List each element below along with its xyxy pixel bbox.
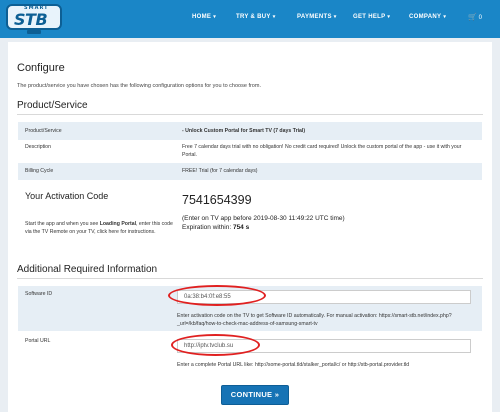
nav-home-label: HOME — [192, 14, 212, 20]
product-heading: Product/Service — [17, 100, 88, 111]
software-id-help: Enter activation code on the TV to get S… — [177, 313, 452, 327]
smart-stb-logo[interactable]: SMART STB — [6, 2, 62, 34]
double-arrow-right-icon: » — [274, 390, 280, 399]
continue-label: CONTINUE — [230, 390, 273, 399]
activation-code: 7541654399 — [182, 193, 252, 207]
divider — [17, 114, 483, 115]
nav-payments[interactable]: PAYMENTS ▾ — [297, 14, 337, 20]
nav-home[interactable]: HOME ▾ — [192, 14, 216, 20]
chevron-down-icon: ▾ — [333, 14, 337, 20]
description-label: Description — [25, 144, 51, 150]
page-title: Configure — [17, 62, 65, 74]
chevron-down-icon: ▾ — [213, 14, 217, 20]
chevron-down-icon: ▾ — [443, 14, 447, 20]
cart-icon: 🛒 — [468, 14, 477, 21]
activation-expiry: (Enter on TV app before 2019-08-30 11:49… — [182, 214, 345, 232]
page-subtitle: The product/service you have chosen has … — [17, 83, 261, 89]
product-label: Product/Service — [25, 128, 62, 134]
nav-try-buy-label: TRY & BUY — [236, 14, 271, 20]
billing-cycle-row: Billing Cycle FREE! Trial (for 7 calenda… — [18, 163, 482, 180]
cart-button[interactable]: 🛒 0 — [468, 13, 482, 21]
activation-title: Your Activation Code — [25, 191, 109, 201]
logo-text: STB — [14, 10, 48, 29]
highlight-circle — [171, 334, 260, 356]
billing-cycle-value: FREE! Trial (for 7 calendar days) — [182, 168, 258, 174]
highlight-circle — [168, 285, 266, 306]
activation-desc-text: Start the app and when you see — [25, 221, 100, 227]
activation-desc-bold: Loading Portal — [99, 221, 137, 227]
nav-try-buy[interactable]: TRY & BUY ▾ — [236, 14, 276, 20]
expiration-label: Expiration within: — [182, 224, 233, 231]
activation-instructions[interactable]: Start the app and when you see Loading P… — [25, 220, 173, 236]
additional-heading: Additional Required Information — [17, 264, 158, 275]
nav-get-help[interactable]: GET HELP ▾ — [353, 14, 390, 20]
product-value: - Unlock Custom Portal for Smart TV (7 d… — [182, 128, 306, 134]
divider — [17, 278, 483, 279]
enter-before-text: (Enter on TV app before 2019-08-30 11:49… — [182, 215, 345, 222]
nav-company[interactable]: COMPANY ▾ — [409, 14, 446, 20]
description-value: Free 7 calendar days trial with no oblig… — [182, 144, 462, 158]
activation-row: Your Activation Code Start the app and w… — [18, 183, 482, 251]
main-panel: Configure The product/service you have c… — [8, 42, 492, 412]
portal-url-help: Enter a complete Portal URL like: http:/… — [177, 362, 410, 368]
nav-get-help-label: GET HELP — [353, 14, 386, 20]
continue-button[interactable]: CONTINUE » — [221, 385, 289, 405]
description-row: Description Free 7 calendar days trial w… — [18, 140, 482, 162]
nav-payments-label: PAYMENTS — [297, 14, 332, 20]
chevron-down-icon: ▾ — [387, 14, 391, 20]
chevron-down-icon: ▾ — [272, 14, 276, 20]
tv-stand — [27, 30, 41, 34]
top-navbar: SMART STB HOME ▾ TRY & BUY ▾ PAYMENTS ▾ GET… — [0, 0, 500, 38]
portal-url-label: Portal URL — [25, 338, 51, 344]
billing-cycle-label: Billing Cycle — [25, 168, 54, 174]
expiration-value: 754 s — [232, 224, 250, 231]
nav-company-label: COMPANY — [409, 14, 442, 20]
software-id-label: Software ID — [25, 291, 53, 297]
cart-count: 0 — [478, 15, 483, 21]
product-row: Product/Service - Unlock Custom Portal f… — [18, 122, 482, 140]
